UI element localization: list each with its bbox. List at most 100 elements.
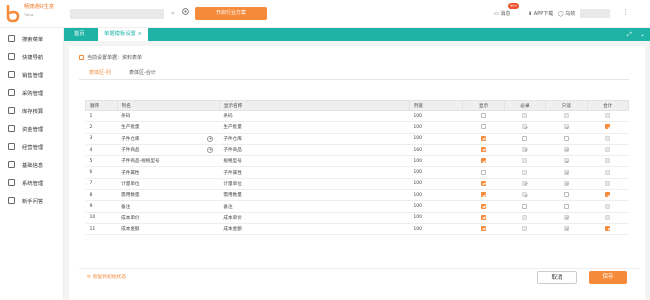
cell-checkbox-sum [587,144,629,157]
reset-icon: ⟳ [87,275,92,280]
box-icon [8,107,15,114]
sidebar-item-funds[interactable]: 资金管理 [0,120,64,138]
checkbox-required[interactable] [522,135,528,141]
checkbox-show[interactable] [481,124,487,130]
cell-seq: 5 [85,155,118,168]
cancel-button[interactable]: 取消 [537,271,577,284]
tab-template-settings[interactable]: 单据模板设置 × [98,28,148,41]
checkbox-show[interactable] [481,158,487,164]
cell-width: 100 [409,155,463,168]
expand-icon[interactable]: ⤢ [627,28,632,41]
cell-checkbox-sum [587,200,629,213]
column-name-text: 条码 [121,114,131,120]
tab-body-totals[interactable]: 表体区-合计 [129,69,156,76]
cell-seq: 4 [85,144,118,157]
sidebar-item-label: 快捷导航 [22,55,44,61]
cell-seq: 11 [85,223,118,236]
chat-icon: ▭ [494,11,499,17]
cell-checkbox-readonly [545,144,588,157]
cell-checkbox-required [504,121,546,134]
sidebar-item-inventory[interactable]: 库存核算 [0,102,64,120]
chart-icon [8,143,15,150]
reset-link[interactable]: ⟳ 恢复到初始状态 [87,273,126,280]
column-settings-table: 顺序 列名 显示名称 列宽 显示 必录 只读 合计 1 条码 条码 100 2 生产批量生… [85,100,630,236]
checkbox-required [522,113,528,119]
chevron-down-icon[interactable]: ⌄ [170,8,176,16]
column-name-text: 计量单位 [121,181,140,187]
sidebar-item-search[interactable]: 搜索菜单 [0,30,64,48]
checkbox-sum [605,158,611,164]
checkbox-readonly [563,147,569,153]
table-row: 10 成本单价 成本单价 100 [85,212,629,224]
checkbox-sum[interactable] [605,124,611,130]
logo-icon [6,5,20,23]
chevron-down-icon[interactable]: ⌄ [640,28,645,41]
cell-checkbox-sum [587,133,629,145]
checkbox-readonly[interactable] [563,192,569,198]
checkbox-show[interactable] [481,180,487,186]
company-selector[interactable] [70,9,164,19]
column-name-text: 生产批量 [121,125,140,131]
checkbox-readonly[interactable] [563,135,569,141]
add-circle-icon[interactable]: + [207,147,214,154]
add-circle-icon[interactable]: + [207,135,214,142]
cell-display-name: 备注 [219,200,410,213]
checkbox-required[interactable] [522,203,528,209]
app-download-link[interactable]: ⬇ APP下载 [528,10,553,17]
table-row: 3 子件仓库 + 子件仓库 100 [85,133,629,145]
checkbox-required [522,226,528,232]
table-header-row: 顺序 列名 显示名称 列宽 显示 必录 只读 合计 [85,100,630,111]
checkbox-sum [605,147,611,153]
cell-seq: 3 [85,133,118,145]
table-row: 1 条码 条码 100 [85,110,629,123]
sidebar-item-operations[interactable]: 经营管理 [0,138,64,156]
sidebar-item-quick-nav[interactable]: 快捷导航 [0,48,64,66]
sidebar-item-basic-info[interactable]: 基础信息 [0,156,64,174]
cell-seq: 7 [85,178,118,191]
checkbox-sum[interactable] [605,226,611,232]
industry-solution-button[interactable]: 开启行业方案 [195,7,267,20]
checkbox-show[interactable] [481,135,487,141]
tab-home[interactable]: 首页 [74,28,85,41]
cell-checkbox-show [462,144,505,157]
checkbox-sum [605,135,611,141]
checkbox-show[interactable] [481,214,487,220]
checkbox-show[interactable] [481,169,487,175]
sidebar-item-label: 新手问答 [22,199,44,205]
checkbox-show[interactable] [481,226,487,232]
more-icon[interactable]: ⋮ [622,8,629,16]
save-button[interactable]: 保存 [589,271,627,284]
user-menu[interactable]: ◯ 乌劲 [558,10,575,17]
cell-checkbox-required [504,212,546,224]
cell-display-name: 成本金额 [219,223,410,236]
checkbox-readonly [563,158,569,164]
table-row: 11 成本金额 成本金额 100 [85,223,629,236]
sidebar-item-sales[interactable]: 销售管理 [0,66,64,84]
cell-checkbox-readonly [545,166,588,179]
close-icon[interactable]: × [137,31,141,37]
table-body: 1 条码 条码 100 2 生产批量 生产批量 100 3 子件仓库 + 子件仓库 100 4 子件商品 + 子… [85,110,629,236]
header-readonly: 只读 [545,100,588,111]
sidebar-item-help[interactable]: 新手问答 [0,192,64,210]
cell-checkbox-show [462,121,505,134]
header-seq: 顺序 [85,100,118,111]
gear-icon[interactable] [181,7,190,16]
cell-width: 100 [409,212,463,224]
logo-subtext: Tplus [24,13,34,17]
checkbox-show[interactable] [481,203,487,209]
checkbox-sum[interactable] [605,192,611,198]
cell-checkbox-show [462,223,505,236]
cell-checkbox-show [462,133,505,145]
form-icon [79,55,84,60]
checkbox-readonly[interactable] [563,203,569,209]
table-row: 2 生产批量 生产批量 100 [85,121,629,134]
messages-badge: 99+ [508,3,520,9]
cell-width: 100 [409,178,463,191]
checkbox-show[interactable] [481,192,487,198]
checkbox-show[interactable] [481,113,487,119]
sidebar-item-system[interactable]: 系统管理 [0,174,64,192]
checkbox-show[interactable] [481,147,487,153]
sidebar-item-purchase[interactable]: 采购管理 [0,84,64,102]
messages-link[interactable]: ▭ 消息 [494,10,510,17]
cell-display-name: 成本单价 [219,212,410,224]
